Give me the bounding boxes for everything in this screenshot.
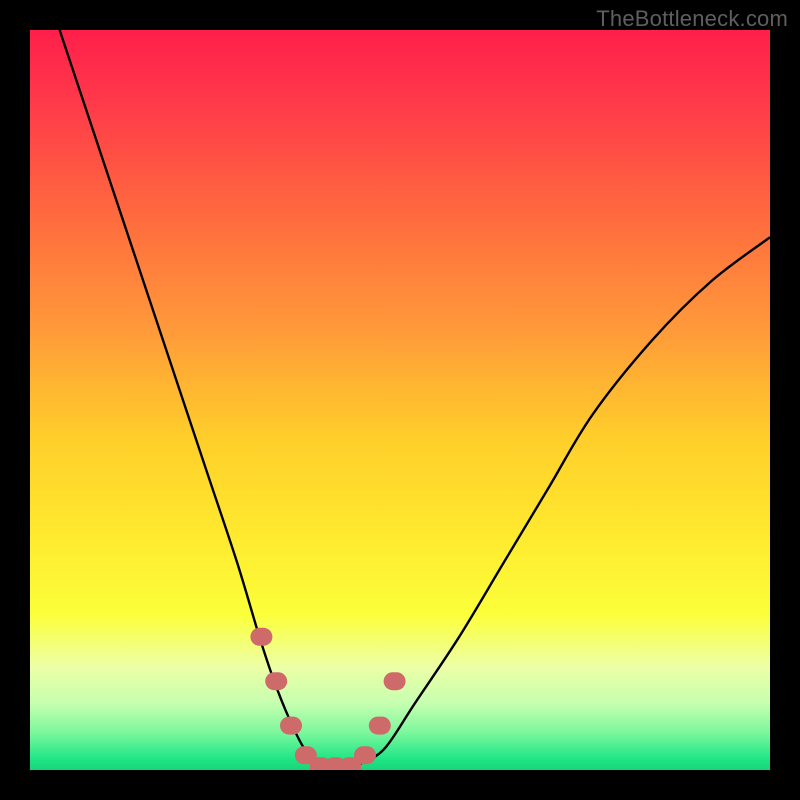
highlight-marker xyxy=(250,628,272,646)
highlight-marker xyxy=(280,717,302,735)
highlight-marker xyxy=(354,746,376,764)
plot-area xyxy=(30,30,770,770)
chart-frame: TheBottleneck.com xyxy=(0,0,800,800)
highlight-marker xyxy=(265,672,287,690)
curve-layer xyxy=(30,30,770,770)
bottleneck-curve xyxy=(60,30,770,767)
watermark-text: TheBottleneck.com xyxy=(596,6,788,32)
marker-group xyxy=(250,628,405,770)
highlight-marker xyxy=(384,672,406,690)
highlight-marker xyxy=(369,717,391,735)
